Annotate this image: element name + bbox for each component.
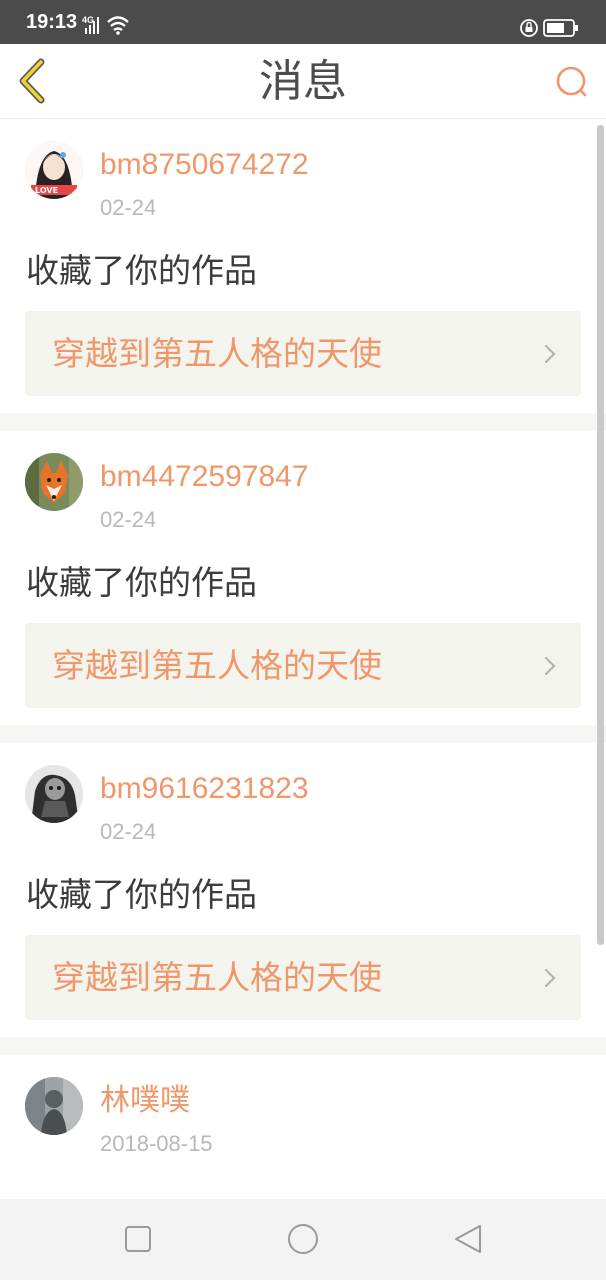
chevron-right-icon (544, 656, 556, 676)
work-link[interactable]: 穿越到第五人格的天使 (25, 935, 581, 1020)
system-nav-bar (0, 1199, 606, 1280)
photo-avatar[interactable] (25, 1077, 83, 1135)
fox-avatar[interactable] (25, 453, 83, 511)
message-card: bm4472597847 02-24 收藏了你的作品 穿越到第五人格的天使 (0, 431, 606, 725)
message-date: 2018-08-15 (100, 1131, 213, 1156)
work-title: 穿越到第五人格的天使 (52, 958, 382, 997)
username[interactable]: bm9616231823 (100, 771, 309, 807)
work-link[interactable]: 穿越到第五人格的天使 (25, 623, 581, 708)
work-title: 穿越到第五人格的天使 (52, 334, 382, 373)
message-card: 林噗噗 2018-08-15 (0, 1055, 606, 1199)
network-type-label: 4G (82, 15, 94, 25)
header-bar: 消息 (0, 44, 606, 119)
lock-battery-icon (520, 19, 578, 37)
svg-text:LOVE: LOVE (35, 186, 58, 195)
username[interactable]: bm8750674272 (100, 147, 309, 183)
chevron-right-icon (544, 344, 556, 364)
page-title: 消息 (259, 56, 347, 107)
message-date: 02-24 (100, 819, 157, 844)
work-title: 穿越到第五人格的天使 (52, 646, 382, 685)
dark-figure-avatar[interactable] (25, 765, 83, 823)
username[interactable]: 林噗噗 (100, 1083, 190, 1119)
message-card: LOVE bm8750674272 02-24 收藏了你的作品 穿越到第五人格的… (0, 119, 606, 413)
recents-icon[interactable] (118, 1219, 158, 1259)
anime-girl-avatar[interactable]: LOVE (25, 141, 83, 199)
search-icon[interactable] (552, 62, 592, 102)
scrollbar[interactable] (597, 125, 604, 945)
status-bar: 19:13 4G (0, 0, 606, 44)
message-card: bm9616231823 02-24 收藏了你的作品 穿越到第五人格的天使 (0, 743, 606, 1037)
message-date: 02-24 (100, 195, 157, 220)
message-action-text: 收藏了你的作品 (26, 251, 257, 290)
chevron-right-icon (544, 968, 556, 988)
message-action-text: 收藏了你的作品 (26, 875, 257, 914)
message-action-text: 收藏了你的作品 (26, 563, 257, 602)
signal-wifi-icon: 4G (82, 15, 129, 35)
work-link[interactable]: 穿越到第五人格的天使 (25, 311, 581, 396)
home-icon[interactable] (283, 1219, 323, 1259)
app-screen: 19:13 4G 消息 LOVE bm8750674272 02-24 收藏了你… (0, 0, 606, 1280)
username[interactable]: bm4472597847 (100, 459, 309, 495)
message-date: 02-24 (100, 507, 157, 532)
back-triangle-icon[interactable] (448, 1219, 488, 1259)
message-list[interactable]: LOVE bm8750674272 02-24 收藏了你的作品 穿越到第五人格的… (0, 119, 606, 1199)
status-time: 19:13 (26, 11, 78, 33)
